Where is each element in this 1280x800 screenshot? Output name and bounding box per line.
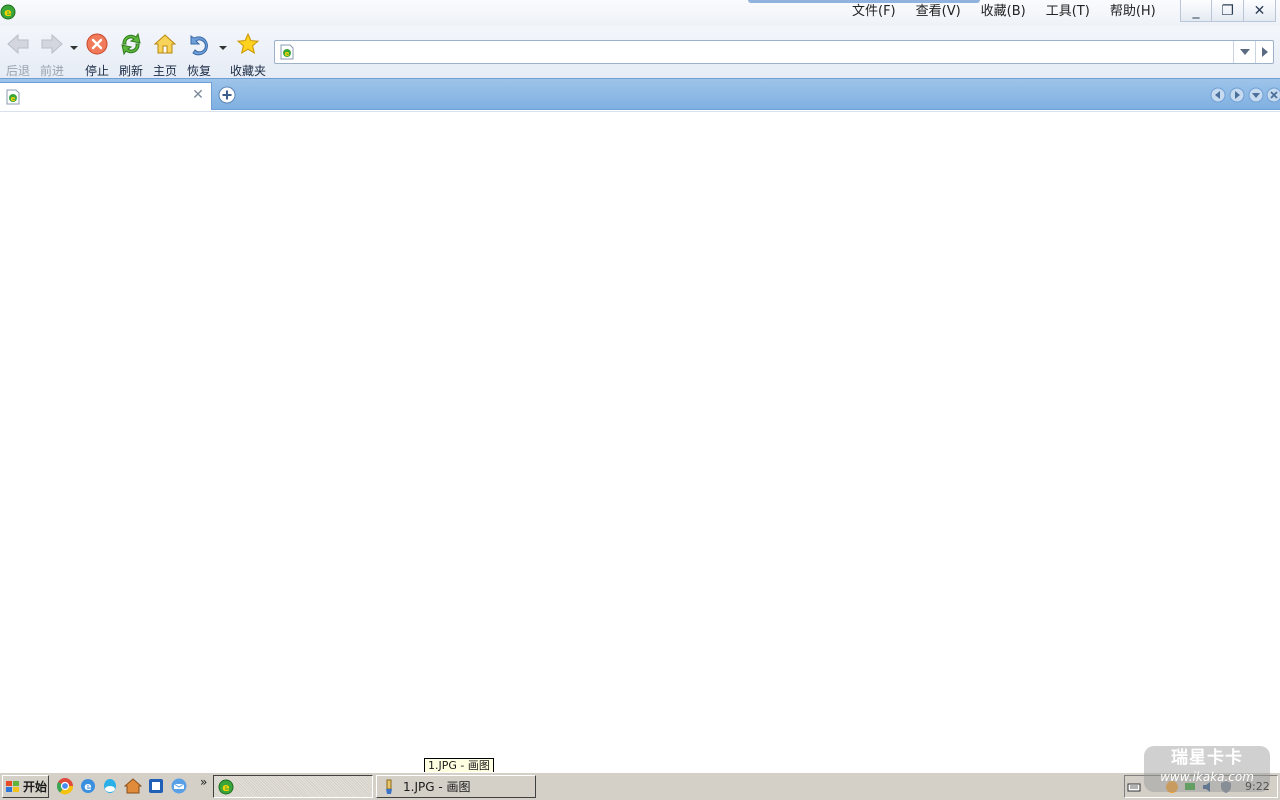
- start-label: 开始: [23, 780, 48, 794]
- menu-tools[interactable]: 工具(T): [1036, 0, 1100, 24]
- title-bar: e 文件(F) 查看(V) 收藏(B) 工具(T) 帮助(H) _ ❐ ✕: [0, 0, 1280, 26]
- go-arrow-icon: [1261, 47, 1268, 57]
- menu-view[interactable]: 查看(V): [906, 0, 971, 24]
- home-label: 主页: [152, 64, 177, 78]
- tab-title: [26, 89, 186, 105]
- menu-help[interactable]: 帮助(H): [1100, 0, 1166, 24]
- restore-label: 恢复: [186, 64, 211, 78]
- address-input[interactable]: [299, 42, 1229, 62]
- taskbar-item-browser[interactable]: e: [213, 775, 373, 798]
- tab-active[interactable]: e ✕: [0, 82, 212, 110]
- home-button[interactable]: 主页: [148, 32, 182, 79]
- address-bar: e: [274, 40, 1274, 64]
- taskbar: 开始 e » e 1.JPG - 画图 9:22: [0, 772, 1280, 800]
- stop-icon: [86, 33, 108, 55]
- restore-dropdown-icon[interactable]: [219, 44, 227, 52]
- quicklaunch-more-button[interactable]: »: [200, 775, 207, 789]
- minimize-button[interactable]: _: [1180, 0, 1212, 22]
- page-content-area[interactable]: [0, 111, 1280, 771]
- windows-flag-icon: [6, 780, 19, 792]
- svg-text:e: e: [84, 780, 91, 793]
- tab-scroll-left-icon[interactable]: [1210, 87, 1226, 103]
- back-button[interactable]: 后退: [1, 32, 35, 79]
- keyboard-icon[interactable]: [1127, 780, 1141, 794]
- page-icon: e: [280, 44, 294, 60]
- home-icon: [153, 34, 177, 54]
- quicklaunch-ie-icon[interactable]: e: [79, 777, 97, 795]
- close-all-tabs-icon[interactable]: [1266, 87, 1280, 103]
- watermark: 瑞星卡卡 www.ikaka.com: [1144, 746, 1270, 792]
- address-dropdown-button[interactable]: [1233, 41, 1255, 63]
- refresh-label: 刷新: [118, 64, 143, 78]
- menu-favorites[interactable]: 收藏(B): [971, 0, 1036, 24]
- stop-label: 停止: [84, 64, 109, 78]
- watermark-title: 瑞星卡卡: [1171, 748, 1243, 768]
- chevron-down-icon: [1239, 49, 1250, 55]
- new-tab-plus-icon[interactable]: [218, 86, 236, 104]
- taskbar-item-label: 1.JPG - 画图: [403, 780, 471, 794]
- quicklaunch-desktop-icon[interactable]: [124, 777, 142, 795]
- favorites-label: 收藏夹: [230, 64, 267, 78]
- back-label: 后退: [5, 64, 30, 78]
- taskbar-item-paint[interactable]: 1.JPG - 画图: [376, 775, 536, 798]
- quicklaunch-outlook-icon[interactable]: [147, 777, 165, 795]
- back-arrow-icon: [7, 33, 29, 55]
- svg-text:e: e: [222, 781, 229, 794]
- forward-button[interactable]: 前进: [35, 32, 69, 79]
- undo-restore-icon: [190, 35, 208, 56]
- browser-logo-icon: e: [218, 779, 234, 794]
- quicklaunch-qq-icon[interactable]: [101, 777, 119, 795]
- refresh-button[interactable]: 刷新: [114, 32, 148, 79]
- toolbar: 后退 前进 停止 刷新 主页 恢复 收藏夹 e: [0, 26, 1280, 78]
- tab-scroll-right-icon[interactable]: [1229, 87, 1245, 103]
- refresh-icon: [121, 32, 141, 56]
- forward-label: 前进: [39, 64, 64, 78]
- menu-file[interactable]: 文件(F): [842, 0, 906, 24]
- close-window-button[interactable]: ✕: [1244, 0, 1276, 22]
- paint-brush-icon: [386, 779, 392, 794]
- svg-text:e: e: [285, 50, 290, 58]
- forward-arrow-icon: [41, 33, 63, 55]
- tab-bar: e ✕: [0, 78, 1280, 110]
- restore-window-button[interactable]: ❐: [1212, 0, 1244, 22]
- start-button[interactable]: 开始: [2, 775, 49, 798]
- star-icon: [236, 32, 260, 55]
- watermark-url: www.ikaka.com: [1160, 770, 1254, 784]
- page-icon: e: [6, 89, 20, 105]
- restore-button[interactable]: 恢复: [182, 32, 216, 79]
- tab-list-dropdown-icon[interactable]: [1248, 87, 1264, 103]
- menu-bar: 文件(F) 查看(V) 收藏(B) 工具(T) 帮助(H): [842, 0, 1166, 24]
- quicklaunch-chrome-icon[interactable]: [56, 777, 74, 795]
- go-button[interactable]: [1255, 41, 1273, 63]
- forward-dropdown-icon[interactable]: [70, 44, 78, 52]
- svg-text:e: e: [4, 6, 11, 19]
- favorites-button[interactable]: 收藏夹: [230, 32, 267, 79]
- window-controls: _ ❐ ✕: [1180, 0, 1276, 22]
- quicklaunch-mail-icon[interactable]: [170, 777, 188, 795]
- svg-text:e: e: [11, 95, 16, 103]
- stop-button[interactable]: 停止: [80, 32, 114, 79]
- tab-close-icon[interactable]: ✕: [190, 87, 206, 103]
- browser-logo-icon: e: [0, 4, 16, 20]
